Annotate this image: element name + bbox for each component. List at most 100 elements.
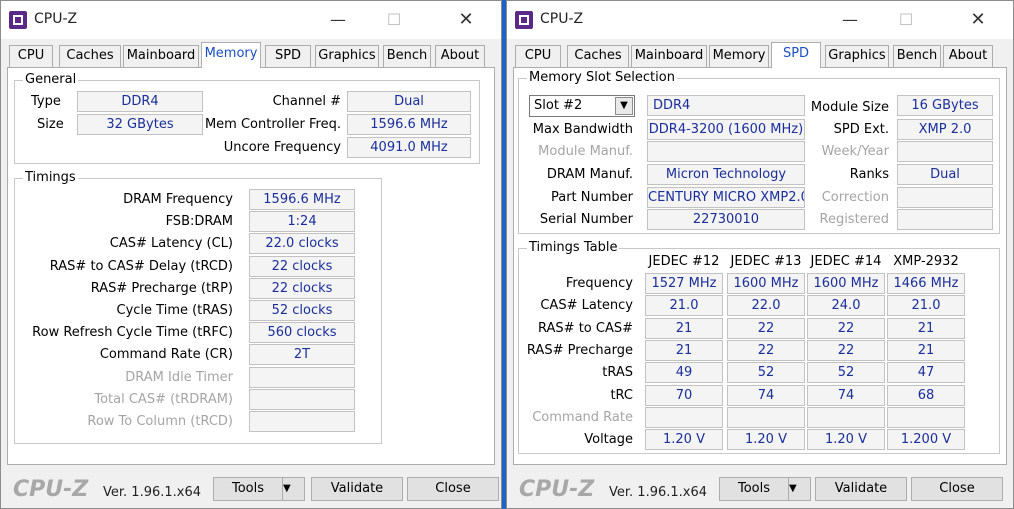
dram-manuf-value: Micron Technology bbox=[647, 164, 805, 185]
close-icon[interactable]: ✕ bbox=[443, 1, 489, 39]
ranks-label: Ranks bbox=[849, 167, 889, 182]
correction-value bbox=[897, 187, 993, 208]
tools-button[interactable]: Tools ▼ bbox=[213, 477, 305, 501]
timing-label: CAS# Latency (CL) bbox=[109, 236, 233, 252]
correction-label: Correction bbox=[821, 190, 889, 205]
validate-button[interactable]: Validate bbox=[311, 477, 403, 501]
max-bandwidth-label: Max Bandwidth bbox=[532, 122, 633, 137]
tab-graphics[interactable]: Graphics bbox=[825, 45, 889, 67]
tab-spd[interactable]: SPD bbox=[265, 45, 311, 67]
timings-cell: 21 bbox=[887, 339, 965, 361]
cpuz-brand-logo: CPU-Z bbox=[13, 477, 89, 502]
timing-value: 560 clocks bbox=[249, 322, 355, 344]
tab-caches[interactable]: Caches bbox=[567, 45, 629, 67]
part-number-label: Part Number bbox=[550, 190, 633, 205]
timings-cell: 24.0 bbox=[807, 295, 885, 317]
timings-cell: 1600 MHz bbox=[807, 273, 885, 294]
tab-memory[interactable]: Memory bbox=[201, 42, 261, 68]
timing-value: 2T bbox=[249, 344, 355, 366]
timings-column-header: JEDEC #12 bbox=[648, 254, 720, 269]
type-label: Type bbox=[31, 94, 61, 109]
max-bandwidth-value: DDR4-3200 (1600 MHz) bbox=[647, 119, 805, 140]
tools-button-label: Tools bbox=[738, 481, 771, 496]
cpuz-window-spd: CPU-Z — ☐ ✕ CPU Caches Mainboard Memory … bbox=[506, 0, 1014, 509]
maximize-icon[interactable]: ☐ bbox=[883, 1, 929, 39]
timings-cell: 74 bbox=[727, 384, 805, 406]
timings-cell: 47 bbox=[887, 362, 965, 384]
cpuz-brand-logo: CPU-Z bbox=[519, 477, 595, 502]
validate-button[interactable]: Validate bbox=[815, 477, 907, 501]
timing-value: 52 clocks bbox=[249, 300, 355, 321]
tab-cpu[interactable]: CPU bbox=[9, 45, 53, 67]
registered-value bbox=[897, 209, 993, 230]
tab-about[interactable]: About bbox=[943, 45, 993, 67]
cpuz-app-icon bbox=[515, 11, 533, 29]
timings-cell: 70 bbox=[645, 384, 723, 406]
tab-graphics[interactable]: Graphics bbox=[315, 45, 379, 67]
timing-label: Total CAS# (tRDRAM) bbox=[94, 391, 233, 407]
timings-row-label: tRAS bbox=[602, 365, 633, 381]
timings-row-label: CAS# Latency bbox=[540, 298, 633, 314]
tab-bench[interactable]: Bench bbox=[893, 45, 941, 67]
size-label: Size bbox=[37, 117, 64, 132]
maximize-icon[interactable]: ☐ bbox=[371, 1, 417, 39]
timing-label: Command Rate (CR) bbox=[99, 347, 233, 363]
timings-cell: 21 bbox=[645, 317, 723, 339]
tab-about[interactable]: About bbox=[435, 45, 485, 67]
minimize-icon[interactable]: — bbox=[315, 1, 361, 39]
title-bar[interactable]: CPU-Z — ☐ ✕ bbox=[507, 1, 1013, 39]
timings-row-label: Voltage bbox=[584, 432, 633, 448]
timings-cell: 68 bbox=[887, 384, 965, 406]
tab-cpu[interactable]: CPU bbox=[515, 45, 561, 67]
timings-cell: 21 bbox=[645, 339, 723, 361]
dram-manuf-label: DRAM Manuf. bbox=[546, 167, 633, 182]
close-icon[interactable]: ✕ bbox=[955, 1, 1001, 39]
timing-value: 22 clocks bbox=[249, 277, 355, 299]
timings-cell: 1.20 V bbox=[645, 429, 723, 451]
close-button[interactable]: Close bbox=[911, 477, 1003, 501]
spd-panel: Memory Slot Selection Slot #2 ▼ DDR4 Mod… bbox=[513, 67, 1007, 465]
timings-cell bbox=[727, 406, 805, 428]
tools-dropdown-icon[interactable]: ▼ bbox=[788, 478, 810, 500]
tab-memory[interactable]: Memory bbox=[709, 45, 769, 67]
tab-mainboard[interactable]: Mainboard bbox=[631, 45, 707, 67]
spd-ext-label: SPD Ext. bbox=[833, 122, 889, 137]
slot-select-value: Slot #2 bbox=[534, 98, 583, 113]
timings-cell: 74 bbox=[807, 384, 885, 406]
module-size-value: 16 GBytes bbox=[897, 95, 993, 116]
tools-dropdown-icon[interactable]: ▼ bbox=[282, 478, 304, 500]
footer: CPU-Z Ver. 1.96.1.x64 Tools ▼ Validate C… bbox=[507, 471, 1013, 507]
module-size-label: Module Size bbox=[810, 100, 889, 115]
timings-cell: 22.0 bbox=[727, 295, 805, 317]
timing-label: DRAM Idle Timer bbox=[125, 369, 233, 385]
timings-column-header: JEDEC #14 bbox=[810, 254, 882, 269]
timings-cell: 52 bbox=[807, 362, 885, 384]
tools-button[interactable]: Tools ▼ bbox=[719, 477, 811, 501]
window-title: CPU-Z bbox=[540, 11, 584, 27]
timing-value: 22 clocks bbox=[249, 255, 355, 277]
slot-select[interactable]: Slot #2 ▼ bbox=[529, 95, 635, 117]
minimize-icon[interactable]: — bbox=[827, 1, 873, 39]
timings-cell: 1.20 V bbox=[727, 429, 805, 451]
tab-bench[interactable]: Bench bbox=[383, 45, 431, 67]
cpuz-window-memory: CPU-Z — ☐ ✕ CPU Caches Mainboard Memory … bbox=[0, 0, 502, 509]
uncore-frequency-value: 4091.0 MHz bbox=[347, 137, 471, 158]
timings-cell: 52 bbox=[727, 362, 805, 384]
title-bar[interactable]: CPU-Z — ☐ ✕ bbox=[1, 1, 501, 39]
memory-slot-selection-group: Memory Slot Selection Slot #2 ▼ DDR4 Mod… bbox=[518, 70, 1000, 234]
close-button[interactable]: Close bbox=[407, 477, 499, 501]
window-title: CPU-Z bbox=[34, 11, 78, 27]
chevron-down-icon[interactable]: ▼ bbox=[615, 97, 633, 115]
timings-cell: 1466 MHz bbox=[887, 273, 965, 294]
timing-value bbox=[249, 388, 355, 410]
timings-title: Timings bbox=[23, 170, 78, 186]
tab-mainboard[interactable]: Mainboard bbox=[123, 45, 199, 67]
week-year-label: Week/Year bbox=[821, 144, 889, 159]
mem-controller-freq-value: 1596.6 MHz bbox=[347, 114, 471, 135]
channel-value: Dual bbox=[347, 91, 471, 112]
version-label: Ver. 1.96.1.x64 bbox=[609, 485, 708, 500]
tab-spd[interactable]: SPD bbox=[771, 42, 821, 68]
tab-caches[interactable]: Caches bbox=[59, 45, 121, 67]
timings-row-label: RAS# Precharge bbox=[526, 342, 633, 358]
timings-row-label: Command Rate bbox=[532, 409, 633, 425]
